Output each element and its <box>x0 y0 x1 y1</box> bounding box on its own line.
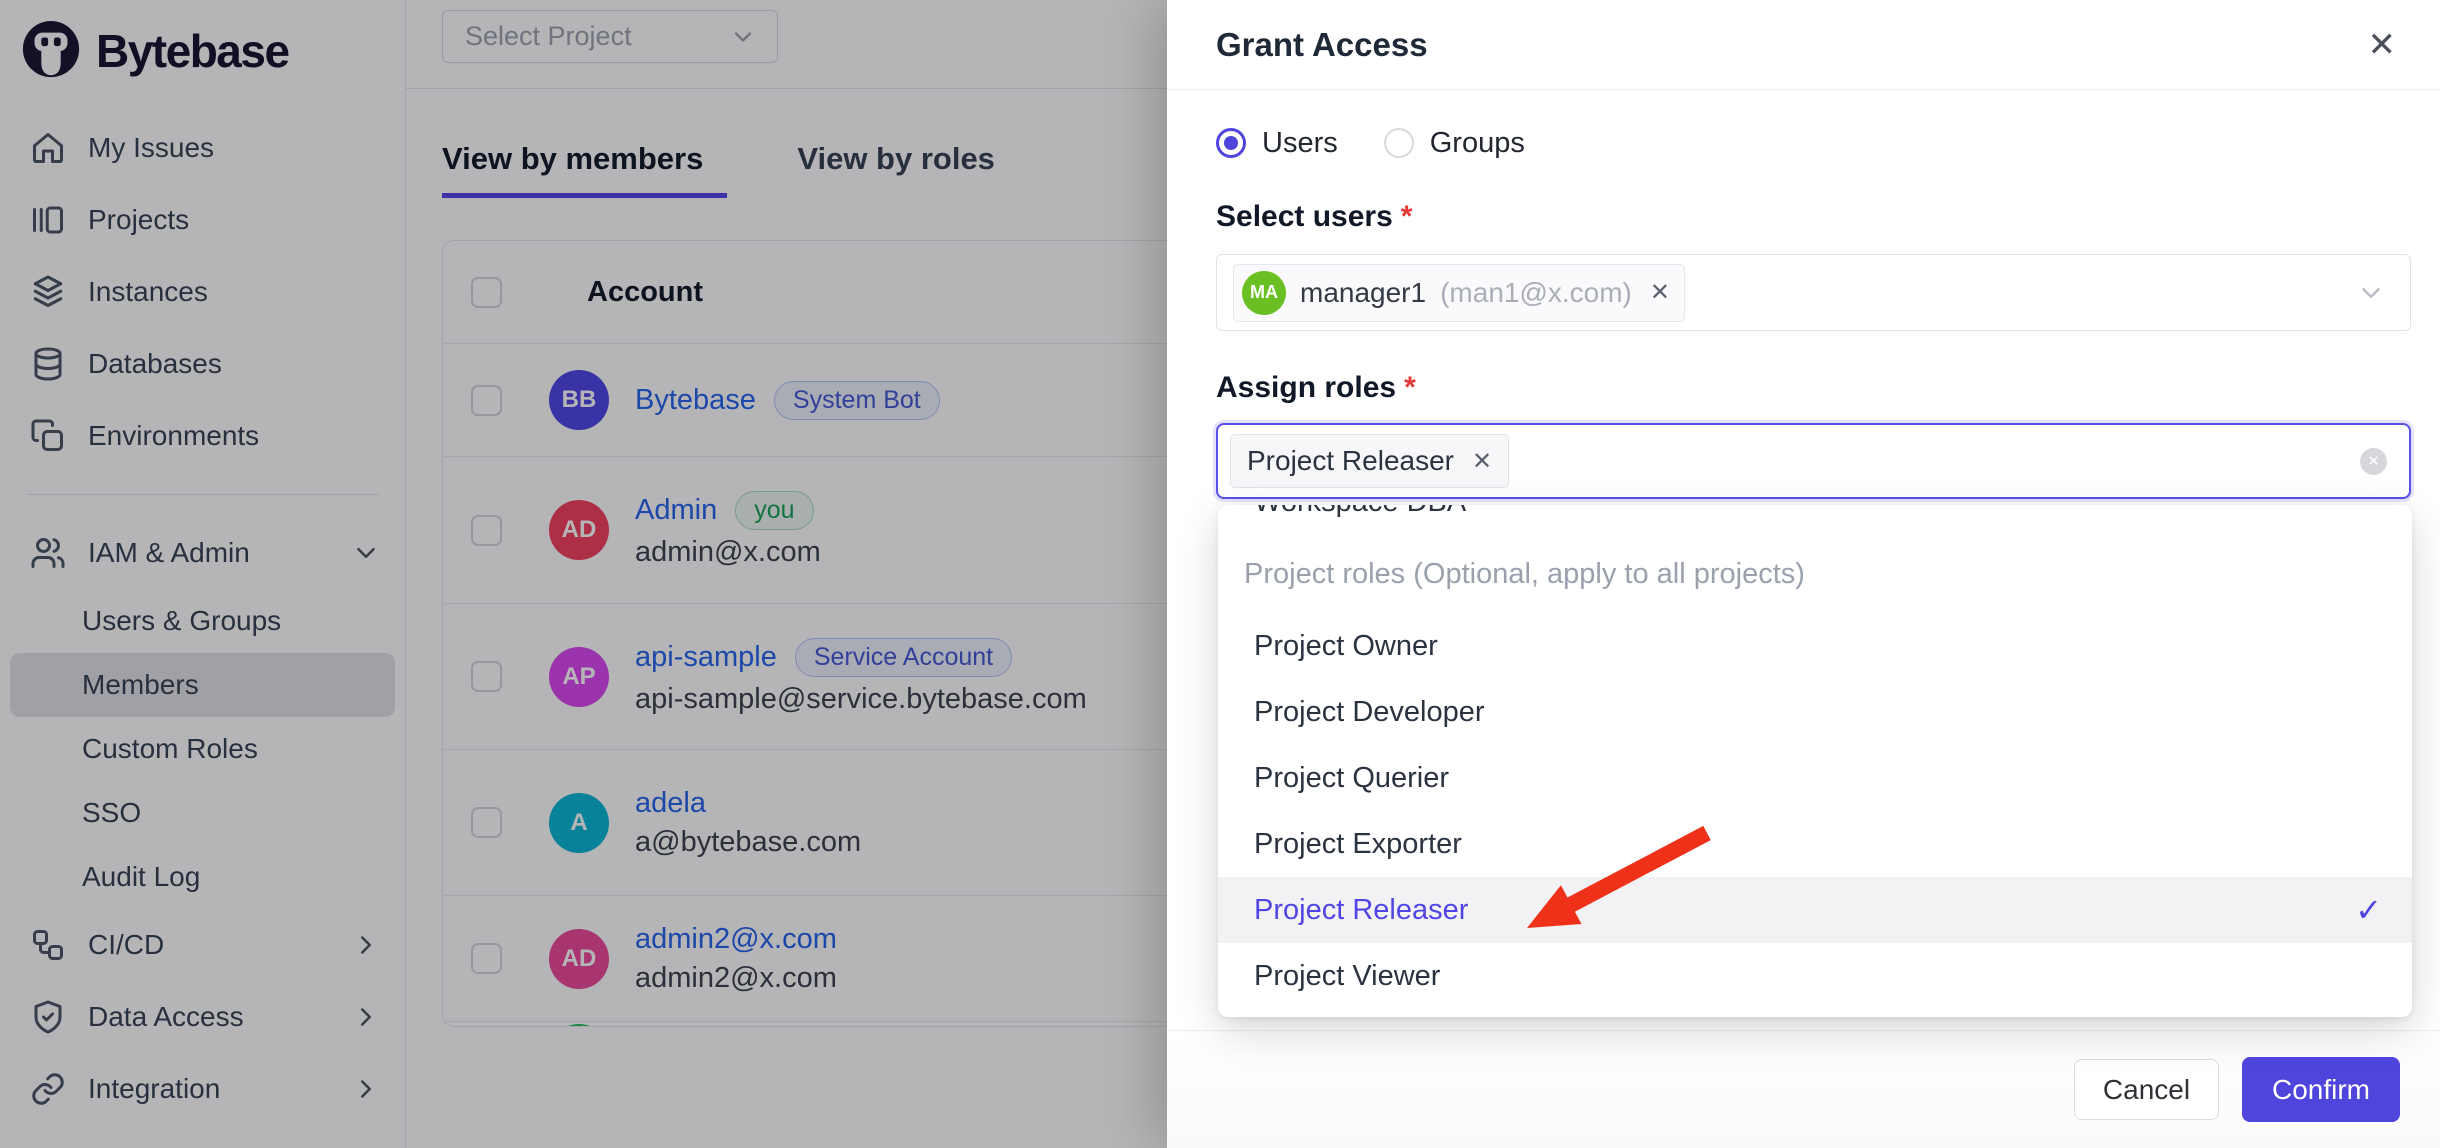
dropdown-item-project-developer[interactable]: Project Developer <box>1218 679 2412 745</box>
dropdown-item-project-owner[interactable]: Project Owner <box>1218 613 2412 679</box>
radio-users[interactable]: Users <box>1216 127 1338 160</box>
assign-roles-label: Assign roles * <box>1216 371 1416 404</box>
dropdown-item-project-querier[interactable]: Project Querier <box>1218 745 2412 811</box>
select-users-label: Select users * <box>1216 200 1413 233</box>
clear-icon[interactable]: ✕ <box>2360 447 2387 475</box>
users-select[interactable]: MA manager1 (man1@x.com) ✕ <box>1216 254 2411 331</box>
close-icon[interactable]: ✕ <box>2368 28 2397 62</box>
roles-multiselect[interactable]: Project Releaser ✕ ✕ <box>1216 423 2411 499</box>
drawer-footer: Cancel Confirm <box>1167 1030 2440 1148</box>
radio-selected-icon <box>1216 128 1246 158</box>
drawer-title: Grant Access <box>1216 25 1428 63</box>
radio-groups[interactable]: Groups <box>1383 127 1525 160</box>
user-tag-email: (man1@x.com) <box>1440 276 1632 308</box>
avatar: MA <box>1242 270 1286 315</box>
drawer-header: Grant Access ✕ <box>1167 0 2440 90</box>
dropdown-item-project-exporter[interactable]: Project Exporter <box>1218 811 2412 877</box>
confirm-button[interactable]: Confirm <box>2242 1057 2400 1122</box>
drawer-body: Users Groups Select users * MA manager1 (… <box>1167 90 2440 499</box>
dropdown-item-project-viewer[interactable]: Project Viewer <box>1218 943 2412 1009</box>
required-asterisk: * <box>1404 371 1416 404</box>
selected-role-tag: Project Releaser ✕ <box>1230 434 1510 488</box>
radio-unselected-icon <box>1383 128 1414 158</box>
grant-access-drawer: Grant Access ✕ Users Groups Select users… <box>1167 0 2440 1148</box>
required-asterisk: * <box>1400 200 1413 233</box>
app-window: Bytebase My Issues Projects Instances Da… <box>0 0 2440 1148</box>
check-icon: ✓ <box>2355 892 2382 928</box>
remove-user-icon[interactable]: ✕ <box>1650 278 1670 307</box>
remove-role-icon[interactable]: ✕ <box>1472 447 1492 476</box>
dropdown-group-label: Project roles (Optional, apply to all pr… <box>1244 557 1805 590</box>
chevron-down-icon <box>2362 287 2380 298</box>
scope-radio-group: Users Groups <box>1216 126 2411 160</box>
dropdown-item-project-releaser[interactable]: Project Releaser ✓ <box>1218 877 2412 943</box>
selected-user-tag: MA manager1 (man1@x.com) ✕ <box>1233 263 1685 322</box>
roles-dropdown: Workspace DBA Project roles (Optional, a… <box>1218 505 2412 1017</box>
dropdown-item-workspace-dba[interactable]: Workspace DBA <box>1218 505 2412 535</box>
user-tag-name: manager1 <box>1300 276 1427 308</box>
cancel-button[interactable]: Cancel <box>2074 1059 2219 1120</box>
